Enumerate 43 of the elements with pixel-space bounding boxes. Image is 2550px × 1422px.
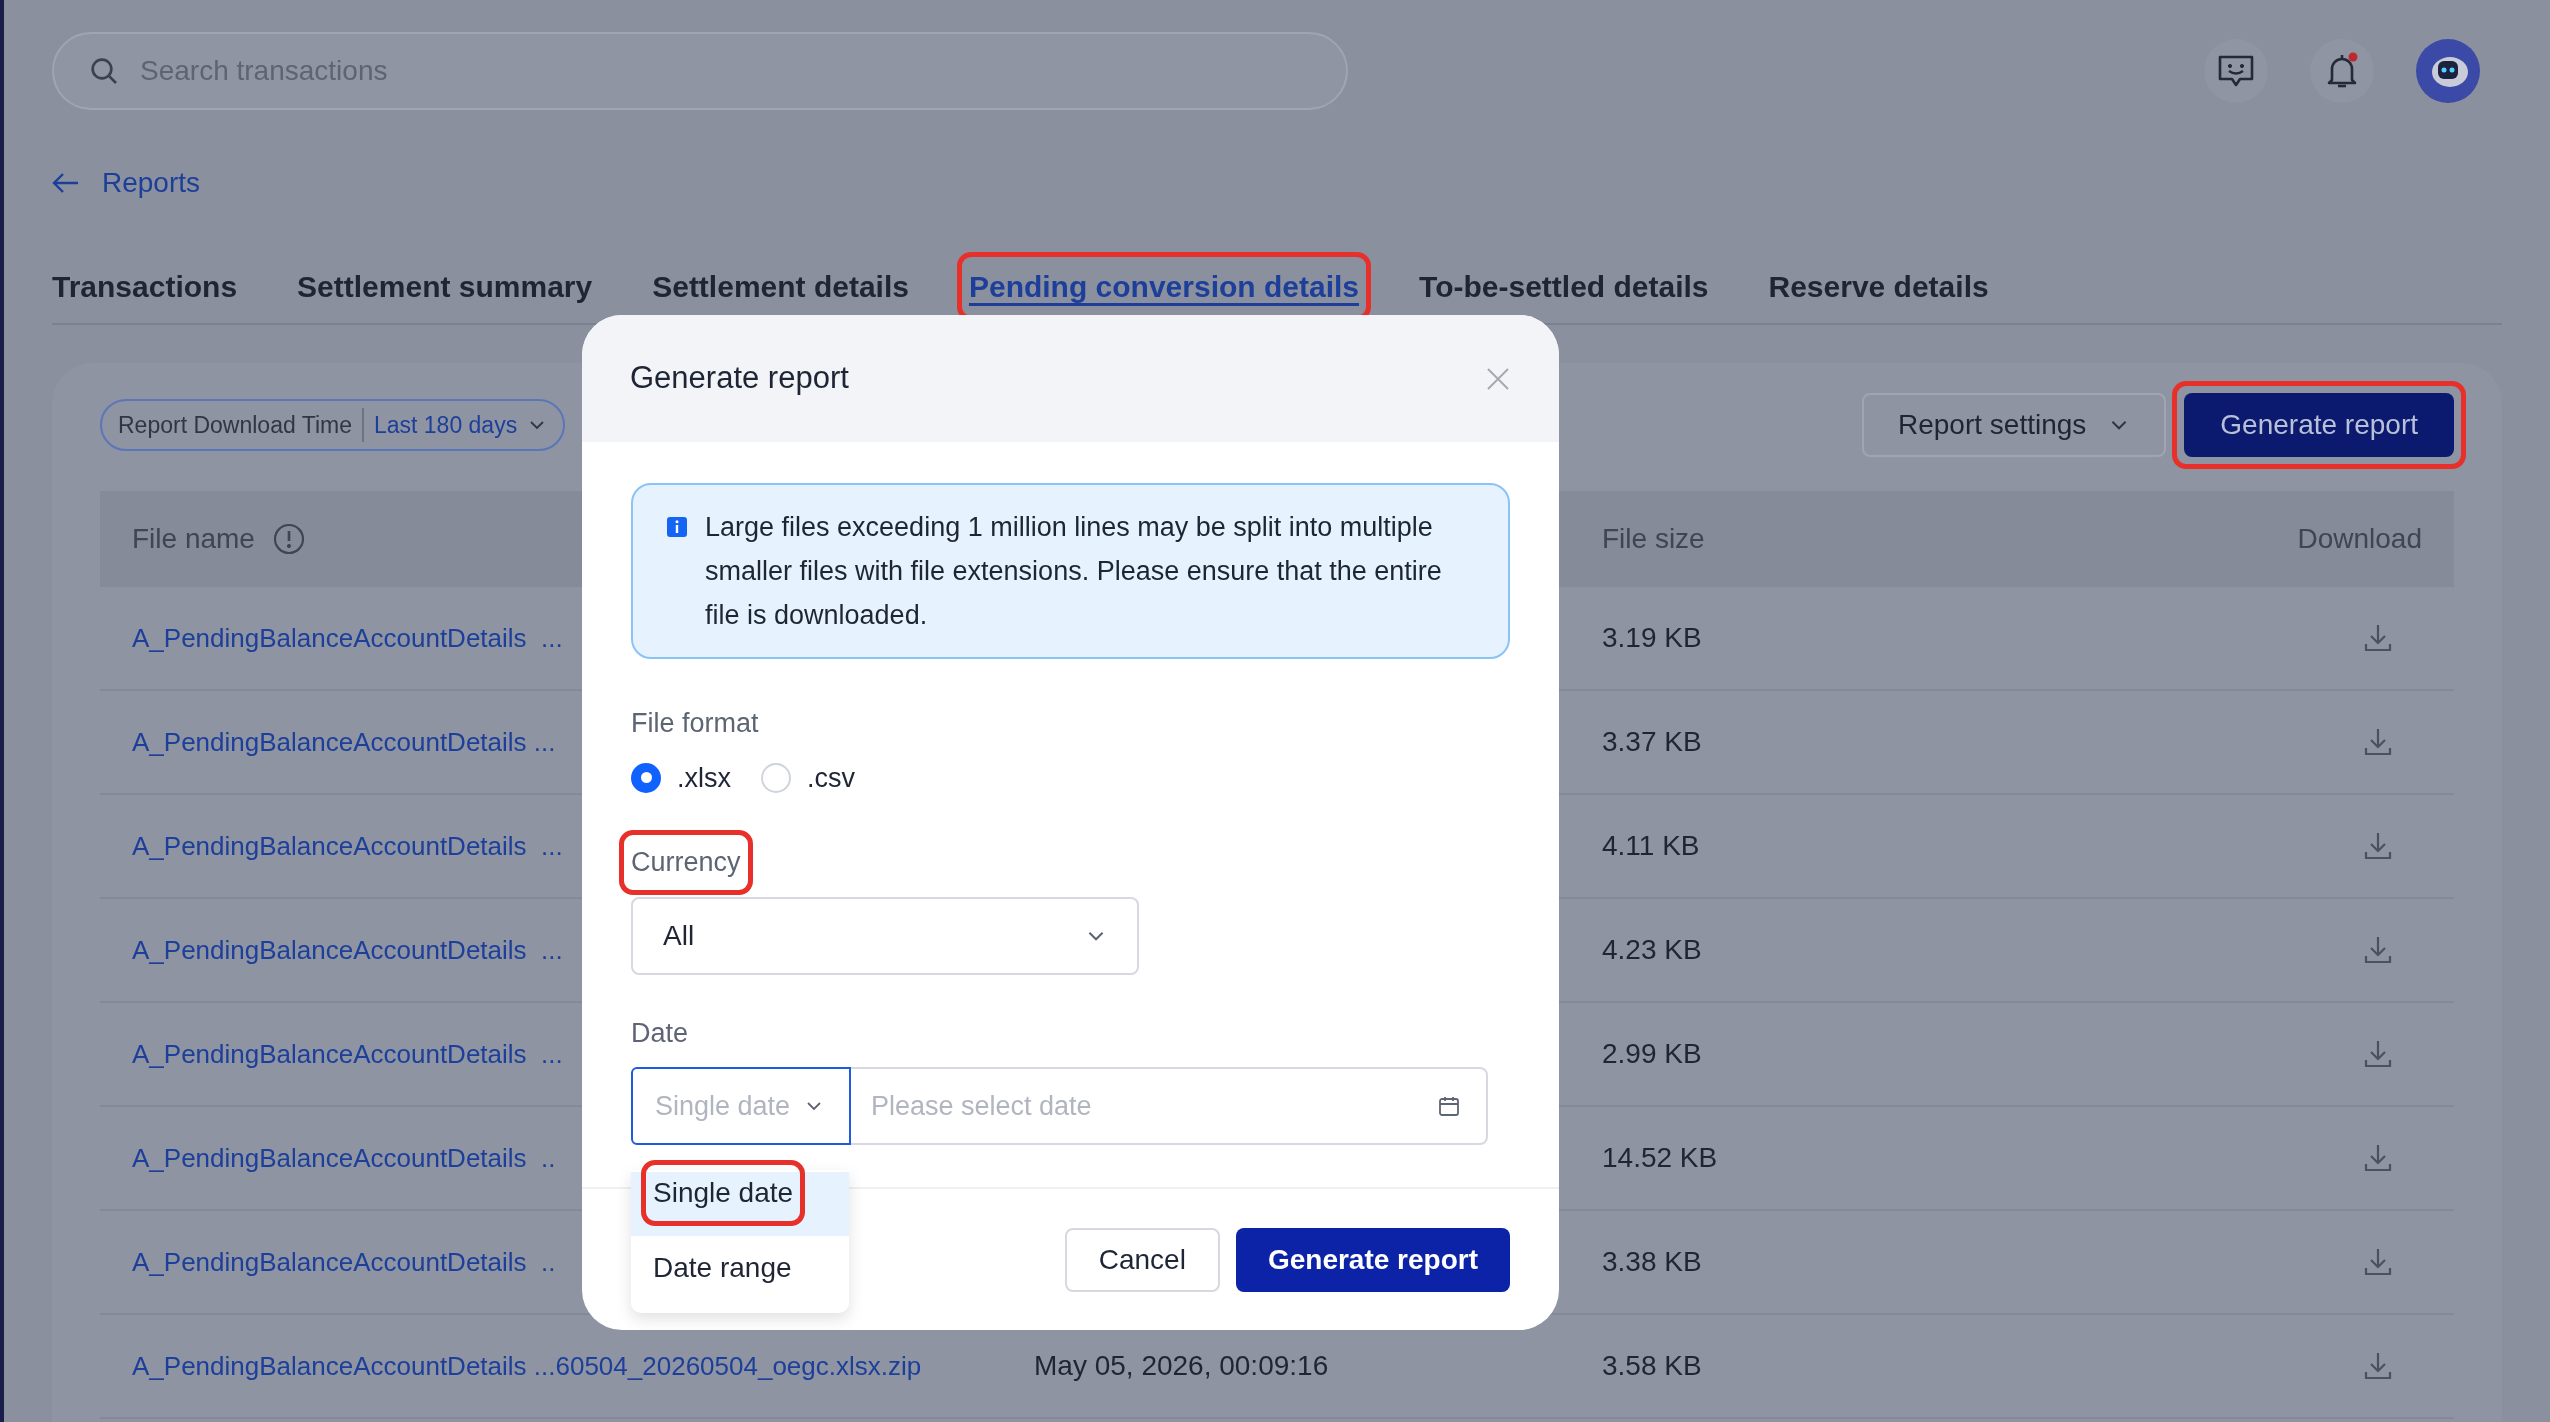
tab[interactable]: Settlement details [652,264,909,309]
column-header: File size [1602,523,1705,554]
file-link[interactable]: A_PendingBalanceAccountDetails ... [132,935,563,965]
file-link[interactable]: A_PendingBalanceAccountDetails ... [132,831,563,861]
table-cell: 4.11 KB [1602,830,1700,861]
back-link[interactable]: Reports [52,162,201,204]
file-link[interactable]: A_PendingBalanceAccountDetails ... [132,727,556,757]
column-header: File name [132,522,255,556]
tab[interactable]: Reserve details [1768,264,1989,309]
date-field[interactable]: Please select date [851,1067,1488,1145]
tab[interactable]: Settlement summary [297,264,593,309]
tab[interactable]: To-be-settled details [1419,264,1709,309]
dialog-title: Generate report [630,359,849,398]
table-cell: 14.52 KB [1602,1142,1718,1173]
file-link[interactable]: A_PendingBalanceAccountDetails ... [132,623,563,653]
dropdown-option[interactable]: Date range [653,1247,792,1289]
currency-select[interactable]: All [631,896,1139,975]
tab[interactable]: Transactions [52,264,238,309]
table-cell: May 05, 2026, 00:09:16 [1034,1350,1329,1381]
field-label: Date [631,1016,689,1050]
file-link[interactable]: A_PendingBalanceAccountDetails .. [132,1143,556,1173]
table-cell: 3.37 KB [1602,726,1702,757]
cancel-button[interactable]: Cancel [1064,1227,1220,1292]
file-link[interactable]: A_PendingBalanceAccountDetails ... [132,1039,563,1069]
tab[interactable]: Pending conversion details [968,264,1360,309]
date-filter[interactable]: Report Download Time Last 180 days [100,399,566,451]
radio-label: .csv [807,761,855,795]
report-settings-button[interactable]: Report settings [1862,393,2167,457]
notice-text: Large files exceeding 1 million lines may be split into multiple smaller files with file extensions. Please ensure that the entire file is downloaded. [705,511,1443,632]
column-header: Download [2297,523,2422,554]
table-cell: 3.38 KB [1602,1246,1702,1277]
file-link[interactable]: A_PendingBalanceAccountDetails .. [132,1247,556,1277]
generate-report-button[interactable]: Generate report [2184,393,2454,457]
file-link[interactable]: A_PendingBalanceAccountDetails ...60504_20260504_oegc.xlsx.zip [132,1351,922,1381]
table-cell: 3.19 KB [1602,622,1702,653]
field-label: File format [631,707,759,740]
field-label: Currency [631,846,741,879]
generate-report-button[interactable]: Generate report [1235,1227,1510,1292]
radio-label: .xlsx [677,761,731,795]
table-cell: 3.58 KB [1602,1350,1702,1381]
table-cell: 4.23 KB [1602,934,1702,965]
table-cell: 2.99 KB [1602,1038,1702,1069]
date-mode-select[interactable]: Single date [631,1067,851,1145]
